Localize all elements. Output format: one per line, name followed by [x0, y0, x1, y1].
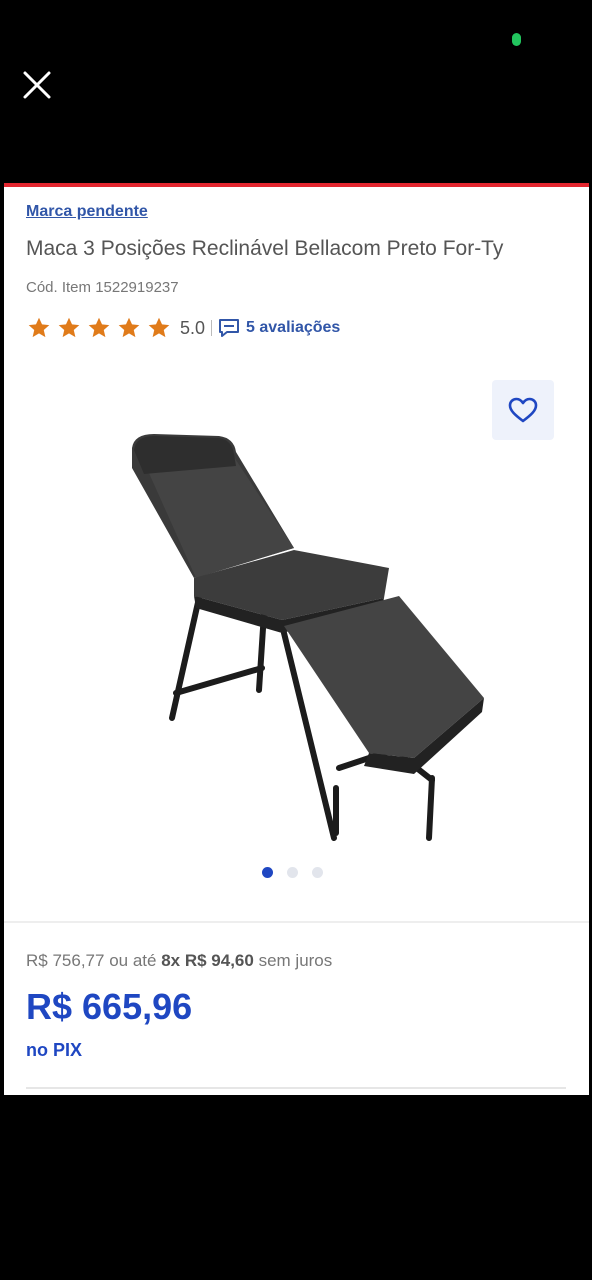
review-icon	[219, 319, 240, 337]
product-card: Marca pendente Maca 3 Posições Reclináve…	[4, 183, 589, 1095]
rating-value: 5.0	[180, 317, 206, 338]
carousel-dot[interactable]	[312, 867, 323, 878]
star-icon	[58, 317, 80, 338]
rating-stars	[26, 315, 172, 341]
carousel-indicators	[262, 867, 323, 878]
rating-separator	[211, 320, 213, 336]
star-icon	[28, 317, 50, 338]
installment-value: R$ 94,60	[184, 951, 254, 970]
heart-icon	[508, 397, 538, 423]
star-icon	[88, 317, 110, 338]
star-icon	[118, 317, 140, 338]
close-icon	[23, 71, 51, 99]
installment-count: 8x	[161, 951, 181, 970]
pix-label: no PIX	[26, 1040, 83, 1060]
section-divider	[4, 921, 589, 923]
product-title: Maca 3 Posições Reclinável Bellacom Pret…	[26, 237, 504, 260]
rating-row: 5.0 5 avaliações	[26, 315, 340, 341]
top-accent-bar	[4, 183, 589, 187]
status-indicator-dot	[512, 33, 521, 46]
product-image[interactable]	[114, 428, 504, 848]
star-icon	[148, 317, 170, 338]
original-price: R$ 756,77	[26, 951, 105, 970]
carousel-dot[interactable]	[287, 867, 298, 878]
installment-price-line: R$ 756,77 ou até 8x R$ 94,60 sem juros	[26, 951, 332, 971]
brand-link[interactable]: Marca pendente	[26, 203, 148, 221]
pix-price: R$ 665,96	[26, 986, 193, 1027]
carousel-dot[interactable]	[262, 867, 273, 878]
reviews-count: 5 avaliações	[246, 319, 341, 336]
price-connector: ou até	[109, 951, 157, 970]
item-code: Cód. Item 1522919237	[26, 279, 179, 296]
installment-suffix: sem juros	[258, 951, 333, 970]
close-button[interactable]	[20, 68, 54, 102]
bottom-divider	[26, 1087, 566, 1089]
reviews-link[interactable]: 5 avaliações	[218, 318, 340, 338]
